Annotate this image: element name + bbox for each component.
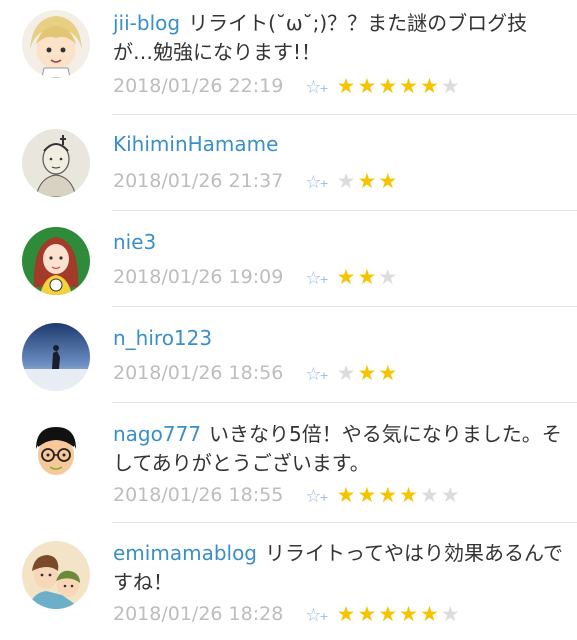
star-rating[interactable]: ★★★ bbox=[337, 358, 399, 388]
avatar[interactable] bbox=[22, 227, 90, 295]
add-star-icon[interactable]: ☆+ bbox=[305, 73, 328, 105]
comment-username[interactable]: jii-blog bbox=[113, 11, 180, 35]
comment-timestamp[interactable]: 2018/01/26 18:56 bbox=[113, 362, 283, 384]
comment-meta: 2018/01/26 18:55 ☆+ ★★★★★★ bbox=[113, 479, 462, 509]
avatar[interactable] bbox=[22, 10, 90, 78]
comment-username[interactable]: emimamablog bbox=[113, 541, 257, 565]
comment-text-block: nie3 bbox=[113, 228, 563, 257]
add-star-icon[interactable]: ☆+ bbox=[305, 168, 328, 200]
star-icon: ★ bbox=[378, 483, 400, 507]
comment-timestamp[interactable]: 2018/01/26 18:28 bbox=[113, 603, 283, 625]
star-icon: ★ bbox=[419, 74, 441, 98]
star-icon: ★ bbox=[336, 361, 358, 385]
add-star-icon[interactable]: ☆+ bbox=[305, 601, 328, 633]
comment-username[interactable]: KihiminHamame bbox=[113, 132, 278, 156]
star-icon: ★ bbox=[336, 169, 358, 193]
comment-meta: 2018/01/26 19:09 ☆+ ★★★ bbox=[113, 261, 399, 291]
comment-username[interactable]: nago777 bbox=[113, 422, 201, 446]
comment-timestamp[interactable]: 2018/01/26 22:19 bbox=[113, 75, 283, 97]
comment-item: KihiminHamame 2018/01/26 21:37 ☆+ ★★★ bbox=[0, 115, 577, 211]
star-icon: ★ bbox=[357, 265, 379, 289]
comment-timestamp[interactable]: 2018/01/26 19:09 bbox=[113, 266, 283, 288]
star-icon: ★ bbox=[378, 361, 400, 385]
comment-item: nie3 2018/01/26 19:09 ☆+ ★★★ bbox=[0, 211, 577, 307]
star-icon: ★ bbox=[378, 169, 400, 193]
comment-item: jii-blog リライト(˘ω˘;)？？また謎のブログ技が…勉強になります!！ … bbox=[0, 0, 577, 115]
star-icon: ★ bbox=[336, 265, 358, 289]
avatar[interactable] bbox=[22, 419, 90, 487]
star-icon: ★ bbox=[336, 602, 358, 626]
comment-meta: 2018/01/26 18:56 ☆+ ★★★ bbox=[113, 357, 399, 387]
star-icon: ★ bbox=[378, 74, 400, 98]
star-icon: ★ bbox=[357, 169, 379, 193]
star-icon: ★ bbox=[357, 483, 379, 507]
star-icon: ★ bbox=[336, 74, 358, 98]
star-icon: ★ bbox=[419, 602, 441, 626]
star-icon: ★ bbox=[357, 74, 379, 98]
comment-item: emimamablog リライトってやはり効果あるんですね！ 2018/01/26… bbox=[0, 523, 577, 640]
star-icon: ★ bbox=[399, 74, 420, 98]
star-icon: ★ bbox=[378, 602, 400, 626]
add-star-icon[interactable]: ☆+ bbox=[305, 360, 328, 392]
star-icon: ★ bbox=[419, 483, 441, 507]
comment-item: nago777 いきなり5倍！やる気になりました。そしてありがとうございます。 2… bbox=[0, 403, 577, 523]
star-icon: ★ bbox=[440, 74, 462, 98]
star-rating[interactable]: ★★★★★★ bbox=[337, 71, 462, 101]
comment-text-block: jii-blog リライト(˘ω˘;)？？また謎のブログ技が…勉強になります!！ bbox=[113, 9, 563, 67]
comment-timestamp[interactable]: 2018/01/26 18:55 bbox=[113, 484, 283, 506]
star-icon: ★ bbox=[440, 602, 462, 626]
star-icon: ★ bbox=[378, 265, 400, 289]
comment-text-block: n_hiro123 bbox=[113, 324, 563, 353]
comment-username[interactable]: n_hiro123 bbox=[113, 326, 212, 350]
star-icon: ★ bbox=[440, 483, 462, 507]
star-rating[interactable]: ★★★★★★ bbox=[337, 480, 462, 510]
star-rating[interactable]: ★★★ bbox=[337, 166, 399, 196]
star-icon: ★ bbox=[399, 602, 420, 626]
avatar[interactable] bbox=[22, 129, 90, 197]
comment-meta: 2018/01/26 22:19 ☆+ ★★★★★★ bbox=[113, 70, 462, 100]
star-icon: ★ bbox=[357, 602, 379, 626]
comment-meta: 2018/01/26 18:28 ☆+ ★★★★★★ bbox=[113, 598, 462, 628]
comment-text-block: emimamablog リライトってやはり効果あるんですね！ bbox=[113, 539, 563, 597]
avatar[interactable] bbox=[22, 541, 90, 609]
star-icon: ★ bbox=[399, 483, 420, 507]
star-rating[interactable]: ★★★ bbox=[337, 262, 399, 292]
avatar[interactable] bbox=[22, 323, 90, 391]
add-star-icon[interactable]: ☆+ bbox=[305, 482, 328, 514]
comment-timestamp[interactable]: 2018/01/26 21:37 bbox=[113, 170, 283, 192]
comment-meta: 2018/01/26 21:37 ☆+ ★★★ bbox=[113, 165, 399, 195]
comment-text-block: KihiminHamame bbox=[113, 130, 563, 159]
comment-text-block: nago777 いきなり5倍！やる気になりました。そしてありがとうございます。 bbox=[113, 420, 563, 478]
comment-username[interactable]: nie3 bbox=[113, 230, 156, 254]
add-star-icon[interactable]: ☆+ bbox=[305, 264, 328, 296]
star-rating[interactable]: ★★★★★★ bbox=[337, 599, 462, 629]
star-icon: ★ bbox=[336, 483, 358, 507]
star-icon: ★ bbox=[357, 361, 379, 385]
comment-item: n_hiro123 2018/01/26 18:56 ☆+ ★★★ bbox=[0, 307, 577, 403]
